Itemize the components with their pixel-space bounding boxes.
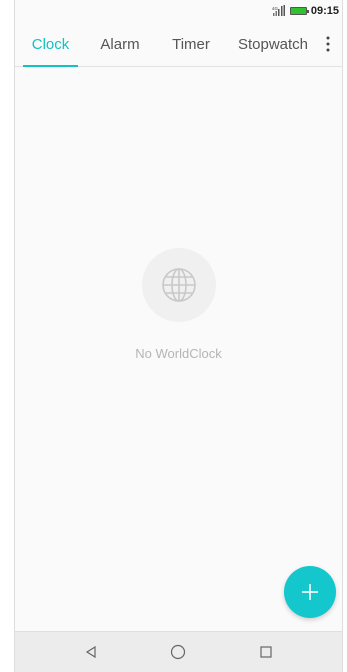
plus-icon	[302, 584, 318, 600]
back-triangle-icon	[85, 645, 96, 659]
recents-button[interactable]	[251, 637, 281, 667]
empty-state-text: No WorldClock	[135, 346, 222, 361]
globe-icon	[161, 268, 196, 302]
more-vertical-icon	[326, 36, 330, 52]
tab-timer[interactable]: Timer	[154, 22, 228, 66]
recents-square-icon	[260, 646, 272, 658]
tab-alarm[interactable]: Alarm	[86, 22, 154, 66]
status-bar: 4G 09:15	[15, 0, 342, 22]
svg-text:4G: 4G	[272, 6, 279, 11]
tab-stopwatch[interactable]: Stopwatch	[228, 22, 318, 66]
network-signal-icon: 4G	[272, 5, 285, 16]
home-button[interactable]	[163, 637, 193, 667]
globe-icon-container	[141, 248, 216, 322]
system-nav-bar	[15, 631, 342, 672]
back-button[interactable]	[76, 637, 106, 667]
empty-state: No WorldClock	[15, 248, 342, 361]
home-circle-icon	[171, 644, 186, 660]
tab-clock[interactable]: Clock	[15, 22, 86, 67]
battery-icon	[289, 7, 309, 15]
screen-left-edge	[0, 0, 15, 672]
screen-right-edge	[342, 0, 347, 672]
clock-app-screen: 4G 09:15 Clock Alarm Timer Stopwatch No …	[0, 0, 347, 672]
more-options-button[interactable]	[318, 22, 338, 66]
add-world-clock-button[interactable]	[284, 566, 336, 618]
status-time: 09:15	[310, 5, 339, 17]
tab-bar: Clock Alarm Timer Stopwatch	[15, 22, 342, 67]
